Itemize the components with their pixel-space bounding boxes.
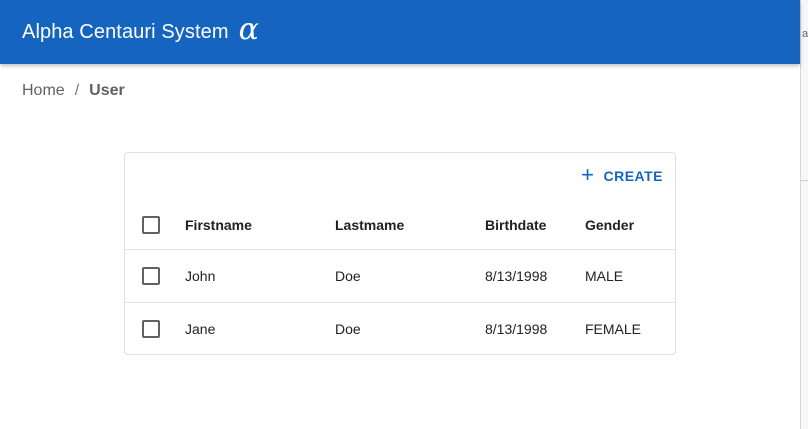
create-button[interactable]: + CREATE [581,162,663,187]
column-header-gender[interactable]: Gender [585,217,634,233]
row-checkbox[interactable] [142,320,160,338]
column-header-lastname[interactable]: Lastmame [335,217,404,233]
cell-lastname: Doe [335,321,361,337]
cell-birthdate: 8/13/1998 [485,268,548,284]
breadcrumb-home[interactable]: Home [22,82,65,100]
edge-divider [801,180,808,181]
plus-icon: + [581,162,595,187]
app-bar: Alpha Centauri System α [0,0,800,64]
breadcrumb-separator: / [74,82,80,99]
alpha-logo-icon: α [238,12,259,47]
edge-glyph: a [802,28,808,40]
table-row[interactable]: John Doe 8/13/1998 MALE [125,249,675,302]
cell-firstname: John [185,268,216,284]
row-checkbox[interactable] [142,267,160,285]
table-row[interactable]: Jane Doe 8/13/1998 FEMALE [125,302,675,355]
create-button-label: CREATE [603,168,663,184]
column-header-firstname[interactable]: Firstname [185,217,252,233]
cell-gender: MALE [585,268,624,284]
cell-lastname: Doe [335,268,361,284]
breadcrumb: Home / User [22,82,125,100]
adjacent-window-edge: a [800,0,808,429]
cell-birthdate: 8/13/1998 [485,321,548,337]
cell-firstname: Jane [185,321,216,337]
app-title: Alpha Centauri System [22,20,229,43]
breadcrumb-current: User [89,82,125,99]
select-all-checkbox[interactable] [142,216,160,234]
column-header-birthdate[interactable]: Birthdate [485,217,546,233]
table-header-row: Firstname Lastmame Birthdate Gender [125,201,675,249]
user-table-card: + CREATE Firstname Lastmame Birthdate Ge… [124,152,676,355]
cell-gender: FEMALE [585,321,642,337]
